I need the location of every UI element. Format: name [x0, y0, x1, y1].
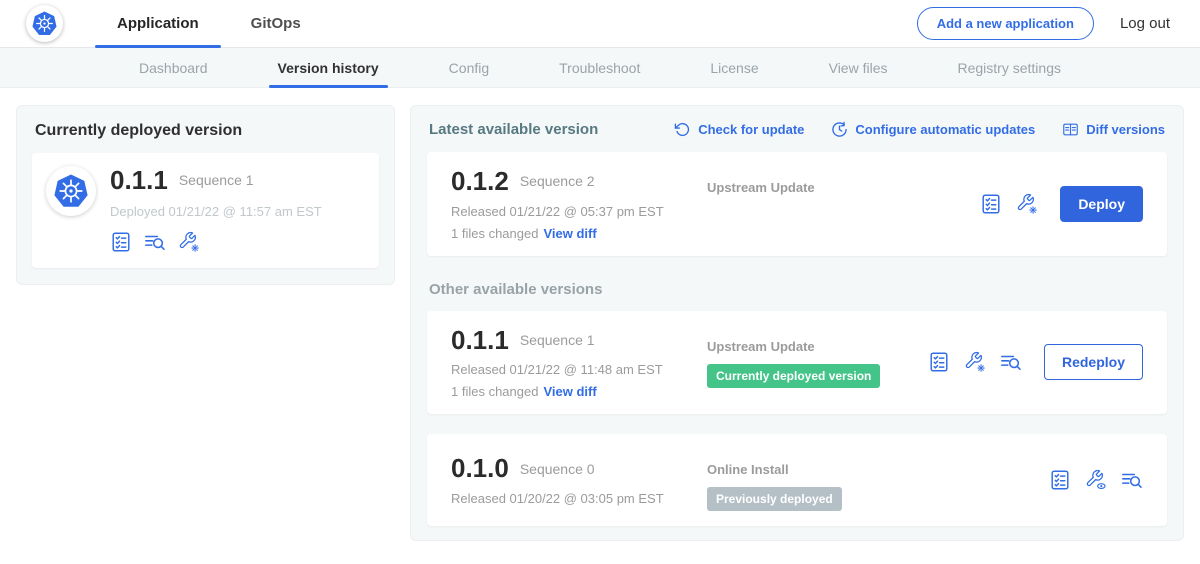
diff-icon — [1062, 121, 1079, 138]
version-actions: Check for update Configure automatic upd… — [674, 121, 1165, 138]
app-logo-icon — [46, 166, 96, 216]
currently-deployed-card: 0.1.1 Sequence 1 Deployed 01/21/22 @ 11:… — [32, 153, 379, 268]
currently-deployed-title: Currently deployed version — [35, 122, 379, 140]
other-available-versions-title: Other available versions — [429, 281, 1165, 298]
edit-config-icon[interactable] — [178, 231, 200, 253]
edit-config-icon[interactable] — [964, 351, 986, 373]
currently-deployed-badge: Currently deployed version — [707, 364, 880, 388]
redeploy-button[interactable]: Redeploy — [1044, 344, 1143, 380]
app-subnav: Dashboard Version history Config Trouble… — [0, 48, 1200, 88]
deployed-timestamp: Deployed 01/21/22 @ 11:57 am EST — [110, 204, 322, 219]
top-nav: Application GitOps Add a new application… — [0, 0, 1200, 48]
preflight-checks-icon[interactable] — [980, 193, 1002, 215]
view-config-icon[interactable] — [1085, 469, 1107, 491]
version-released-timestamp: Released 01/21/22 @ 05:37 pm EST — [451, 204, 707, 219]
version-source-label: Upstream Update — [707, 180, 980, 195]
previously-deployed-badge: Previously deployed — [707, 487, 842, 511]
version-number: 0.1.2 — [451, 167, 509, 196]
version-number: 0.1.1 — [451, 326, 509, 355]
subnav-license[interactable]: License — [675, 48, 793, 87]
deployed-version-number: 0.1.1 — [110, 166, 168, 195]
edit-config-icon[interactable] — [1016, 193, 1038, 215]
subnav-version-history[interactable]: Version history — [243, 48, 414, 87]
deployed-version-info: 0.1.1 Sequence 1 Deployed 01/21/22 @ 11:… — [110, 166, 322, 253]
subnav-troubleshoot[interactable]: Troubleshoot — [524, 48, 675, 87]
subnav-view-files[interactable]: View files — [794, 48, 923, 87]
subnav-license-label: License — [710, 60, 758, 76]
subnav-config[interactable]: Config — [414, 48, 524, 87]
version-source-label: Upstream Update — [707, 339, 928, 354]
latest-available-title: Latest available version — [429, 121, 598, 138]
version-card-0-1-1: 0.1.1 Sequence 1 Released 01/21/22 @ 11:… — [427, 311, 1167, 415]
deploy-logs-icon[interactable] — [1000, 351, 1022, 373]
deploy-logs-icon[interactable] — [144, 231, 166, 253]
version-sequence: Sequence 2 — [520, 173, 595, 189]
tab-application-label: Application — [117, 15, 199, 32]
preflight-checks-icon[interactable] — [928, 351, 950, 373]
configure-automatic-updates-link[interactable]: Configure automatic updates — [831, 121, 1035, 138]
top-tabs: Application GitOps — [91, 0, 327, 47]
currently-deployed-panel: Currently deployed version 0.1.1 Sequenc… — [16, 105, 395, 285]
version-source-label: Online Install — [707, 462, 1049, 477]
tab-gitops-label: GitOps — [251, 15, 301, 32]
main-content: Currently deployed version 0.1.1 Sequenc… — [0, 88, 1200, 541]
files-changed-label: 1 files changed — [451, 226, 538, 241]
add-application-button[interactable]: Add a new application — [917, 7, 1094, 40]
subnav-registry-settings-label: Registry settings — [958, 60, 1061, 76]
diff-versions-label: Diff versions — [1086, 122, 1165, 137]
auto-update-icon — [831, 121, 848, 138]
version-sequence: Sequence 0 — [520, 461, 595, 477]
view-diff-link[interactable]: View diff — [543, 384, 596, 399]
check-for-update-link[interactable]: Check for update — [674, 121, 804, 138]
version-number: 0.1.0 — [451, 454, 509, 483]
subnav-dashboard[interactable]: Dashboard — [104, 48, 243, 87]
subnav-config-label: Config — [449, 60, 489, 76]
tab-gitops[interactable]: GitOps — [225, 0, 327, 47]
top-nav-right: Add a new application Log out — [917, 7, 1200, 40]
subnav-dashboard-label: Dashboard — [139, 60, 208, 76]
version-card-0-1-2: 0.1.2 Sequence 2 Released 01/21/22 @ 05:… — [427, 152, 1167, 256]
view-diff-link[interactable]: View diff — [543, 226, 596, 241]
diff-versions-link[interactable]: Diff versions — [1062, 121, 1165, 138]
tab-application[interactable]: Application — [91, 0, 225, 47]
deployed-sequence: Sequence 1 — [179, 172, 254, 188]
preflight-checks-icon[interactable] — [1049, 469, 1071, 491]
preflight-checks-icon[interactable] — [110, 231, 132, 253]
subnav-registry-settings[interactable]: Registry settings — [923, 48, 1096, 87]
deploy-logs-icon[interactable] — [1121, 469, 1143, 491]
version-sequence: Sequence 1 — [520, 332, 595, 348]
version-card-0-1-0: 0.1.0 Sequence 0 Released 01/20/22 @ 03:… — [427, 434, 1167, 526]
kubernetes-logo-icon — [26, 5, 63, 42]
version-released-timestamp: Released 01/21/22 @ 11:48 am EST — [451, 362, 707, 377]
subnav-version-history-label: Version history — [278, 60, 379, 76]
files-changed-label: 1 files changed — [451, 384, 538, 399]
logout-button[interactable]: Log out — [1120, 15, 1170, 32]
subnav-view-files-label: View files — [829, 60, 888, 76]
deploy-button[interactable]: Deploy — [1060, 186, 1143, 222]
version-history-panel: Latest available version Check for updat… — [410, 105, 1184, 541]
refresh-icon — [674, 121, 691, 138]
configure-automatic-updates-label: Configure automatic updates — [855, 122, 1035, 137]
subnav-troubleshoot-label: Troubleshoot — [559, 60, 640, 76]
check-for-update-label: Check for update — [698, 122, 804, 137]
version-released-timestamp: Released 01/20/22 @ 03:05 pm EST — [451, 491, 707, 506]
